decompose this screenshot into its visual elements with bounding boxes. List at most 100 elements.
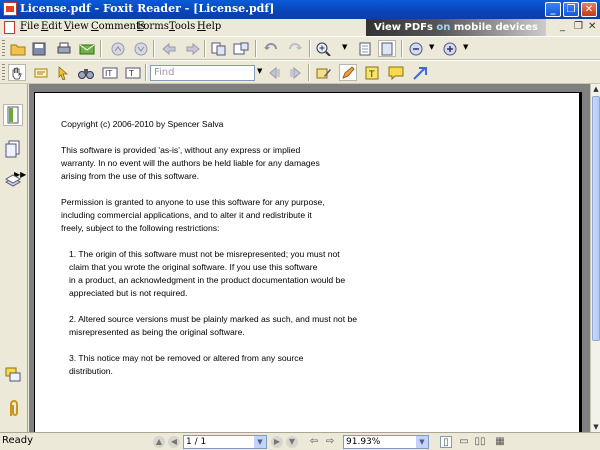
toolbar-grip[interactable] [2,64,5,81]
text-box-icon[interactable]: T [124,64,142,81]
menu-file[interactable]: File [20,21,39,32]
page-number-field[interactable]: 1 / 1 ▼ [183,435,267,449]
last-page-status-icon[interactable]: ▼ [286,436,298,448]
comments-tab-icon[interactable] [3,364,23,386]
permission-line-1: Permission is granted to anyone to use t… [61,197,325,207]
warranty-line-2: warranty. In no event will the authors b… [61,158,320,168]
window-title: License.pdf - Foxit Reader - [License.pd… [20,2,275,15]
pdf-page[interactable]: Copyright (c) 2006-2010 by Spencer Salva… [34,92,582,432]
zoom-in-circle-icon[interactable] [441,40,459,57]
previous-page-status-icon[interactable]: ◀ [168,436,180,448]
banner-text-1: View PDFs [374,22,437,33]
pencil-icon[interactable] [339,64,357,81]
document-view[interactable]: Copyright (c) 2006-2010 by Spencer Salva… [29,84,590,432]
svg-text:IT: IT [105,69,112,78]
restriction-1-line-3: in a product, an acknowledgment in the p… [69,275,346,285]
banner-text-accent: on [436,22,451,33]
zoom-out-circle-icon[interactable] [407,40,425,57]
svg-text:T: T [368,70,375,80]
restriction-2-line-1: 2. Altered source versions must be plain… [69,314,358,324]
continuous-view-icon[interactable]: ▭ [458,436,470,448]
undo-icon[interactable] [262,40,280,57]
doc-minimize-button[interactable]: _ [560,21,565,32]
facing-view-icon[interactable]: ▯▯ [474,436,486,448]
toolbar-grip[interactable] [2,40,5,57]
navigation-panel: ▶▶ [0,84,28,432]
zoom-in-icon[interactable] [315,40,333,57]
snapshot-icon[interactable] [232,40,250,57]
toolbar-separator [100,40,102,57]
foxit-app-icon[interactable] [3,2,17,16]
restriction-1-line-1: 1. The origin of this software must not … [69,249,340,259]
scroll-thumb[interactable] [592,96,600,341]
vertical-scrollbar[interactable]: ▲ ▼ [590,84,600,432]
page-number-value: 1 / 1 [186,437,207,447]
minimize-button[interactable]: _ [545,2,561,17]
back-icon[interactable] [160,40,178,57]
mobile-ad-banner[interactable]: View PDFs on mobile devices [366,19,546,36]
print-icon[interactable] [55,40,73,57]
find-input[interactable]: Find [150,65,255,81]
svg-text:T: T [128,69,134,78]
first-page-status-icon[interactable]: ▲ [153,436,165,448]
fit-page-icon[interactable] [356,40,374,57]
continuous-facing-view-icon[interactable]: ▦ [494,436,506,448]
go-back-status-icon[interactable]: ⇦ [308,436,320,448]
arrow-tool-icon[interactable] [411,64,429,81]
next-page-icon[interactable] [132,40,150,57]
binoculars-icon[interactable] [77,64,95,81]
menu-forms[interactable]: Forms [137,21,169,32]
hand-tool-icon[interactable] [8,64,26,81]
zoom-in-dropdown-arrow-icon[interactable]: ▼ [463,43,468,51]
copy-icon[interactable] [210,40,228,57]
title-bar[interactable]: License.pdf - Foxit Reader - [License.pd… [0,0,600,19]
pointer-tool-icon[interactable] [54,64,72,81]
first-page-icon[interactable] [109,40,127,57]
warranty-line-3: arising from the use of this software. [61,171,200,181]
note-icon[interactable] [387,64,405,81]
restriction-3-line-1: 3. This notice may not be removed or alt… [69,353,304,363]
open-icon[interactable] [9,40,27,57]
typewriter-icon[interactable]: IT [101,64,119,81]
main-toolbar: ▼ ▼ ▼ [0,36,600,60]
tools-toolbar: IT T Find ▼ T [0,60,600,84]
zoom-level-dropdown-arrow-icon[interactable]: ▼ [416,436,428,448]
restriction-2-line-2: misrepresented as being the original sof… [69,327,245,337]
go-forward-status-icon[interactable]: ⇨ [324,436,336,448]
doc-restore-button[interactable]: ❐ [574,21,583,32]
doc-close-button[interactable]: ✕ [588,21,596,32]
bookmarks-tab-icon[interactable] [3,104,23,126]
scroll-down-icon[interactable]: ▼ [591,422,600,432]
warranty-line-1: This software is provided 'as-is', witho… [61,145,301,155]
select-text-icon[interactable] [32,64,50,81]
maximize-button[interactable]: ❐ [563,2,579,17]
page-dropdown-arrow-icon[interactable]: ▼ [254,436,266,448]
scroll-up-icon[interactable]: ▲ [591,84,600,94]
single-page-view-icon[interactable]: ▯ [440,436,452,448]
zoom-level-field[interactable]: 91.93% ▼ [343,435,429,449]
menu-view[interactable]: View [64,21,89,32]
email-icon[interactable] [78,40,96,57]
next-page-status-icon[interactable]: ▶ [271,436,283,448]
forward-icon[interactable] [184,40,202,57]
text-annotation-icon[interactable]: T [363,64,381,81]
zoom-out-dropdown-arrow-icon[interactable]: ▼ [429,43,434,51]
menu-help[interactable]: Help [197,21,221,32]
menu-edit[interactable]: Edit [41,21,62,32]
find-dropdown-arrow-icon[interactable]: ▼ [257,67,262,75]
zoom-dropdown-arrow-icon[interactable]: ▼ [342,43,347,51]
layers-tab-icon[interactable] [3,170,23,192]
zoom-level-value: 91.93% [346,437,381,447]
find-next-icon[interactable] [286,64,304,81]
document-icon[interactable] [4,21,15,34]
close-button[interactable]: ✕ [581,2,597,17]
attachments-tab-icon[interactable] [3,398,23,420]
save-icon[interactable] [30,40,48,57]
comment-tool-icon[interactable] [315,64,333,81]
menu-tools[interactable]: Tools [169,21,195,32]
redo-icon[interactable] [286,40,304,57]
fit-width-icon[interactable] [378,40,396,57]
toolbar-separator [145,64,147,81]
pages-tab-icon[interactable] [3,138,23,160]
find-previous-icon[interactable] [266,64,284,81]
